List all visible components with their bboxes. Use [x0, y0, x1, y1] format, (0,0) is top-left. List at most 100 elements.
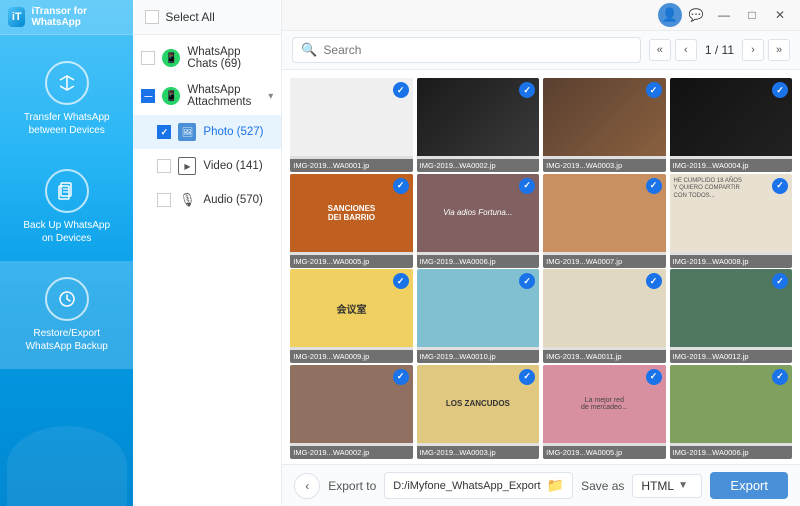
profile-icon: 👤 — [662, 7, 678, 23]
close-button[interactable]: ✕ — [766, 4, 794, 26]
app-logo: iT — [8, 7, 25, 27]
photo-check-icon[interactable]: ✓ — [772, 273, 788, 289]
message-button[interactable]: 💬 — [682, 4, 710, 26]
photo-filename: IMG-2019...WA0012.jp — [670, 350, 792, 363]
sidebar-header: iT iTransor for WhatsApp — [0, 0, 133, 35]
first-page-button[interactable]: « — [649, 39, 671, 61]
video-label: Video (141) — [203, 160, 273, 172]
dropdown-arrow-icon: ▼ — [678, 480, 688, 491]
photo-filename: IMG-2019...WA0011.jp — [543, 350, 665, 363]
photo-filename: IMG-2019...WA0002.jp — [290, 446, 412, 459]
photo-cell[interactable]: ✓ IMG-2019...WA0006.jp — [670, 365, 792, 459]
photo-cell[interactable]: Via adios Fortuna...✓IMG-2019...WA0006.j… — [417, 174, 539, 268]
profile-button[interactable]: 👤 — [658, 3, 682, 27]
backup-icon — [45, 169, 89, 213]
export-path-box: D:/iMyfone_WhatsApp_Export 📁 — [384, 472, 573, 499]
search-input[interactable] — [323, 43, 631, 57]
sidebar-item-transfer[interactable]: Transfer WhatsAppbetween Devices — [0, 45, 133, 153]
photo-check-icon[interactable]: ✓ — [646, 82, 662, 98]
whatsapp-attach-icon: 📱 — [162, 87, 180, 105]
photo-cell[interactable]: ✓ IMG-2019...WA0012.jp — [670, 269, 792, 363]
audio-checkbox[interactable] — [157, 193, 171, 207]
photo-filename: IMG-2019...WA0002.jp — [417, 159, 539, 172]
photo-cell[interactable]: ✓IMG-2019...WA0003.jp — [543, 78, 665, 172]
photo-check-icon[interactable]: ✓ — [646, 273, 662, 289]
chats-checkbox[interactable] — [141, 51, 155, 65]
photo-check-icon[interactable]: ✓ — [519, 273, 535, 289]
photo-check-icon[interactable]: ✓ — [393, 369, 409, 385]
photo-check-icon[interactable]: ✓ — [772, 369, 788, 385]
next-page-button[interactable]: › — [742, 39, 764, 61]
maximize-icon: □ — [748, 8, 755, 22]
tree-item-audio[interactable]: 🎙 Audio (570) — [133, 183, 281, 217]
sidebar-item-transfer-label: Transfer WhatsAppbetween Devices — [24, 111, 110, 137]
photo-cell[interactable]: ✓ IMG-2019...WA0002.jp — [417, 78, 539, 172]
close-icon: ✕ — [775, 8, 785, 22]
expand-arrow-icon[interactable]: ▾ — [268, 91, 273, 102]
maximize-button[interactable]: □ — [738, 4, 766, 26]
restore-icon — [45, 277, 89, 321]
sidebar-item-restore[interactable]: Restore/ExportWhatsApp Backup — [0, 261, 133, 369]
photo-cell[interactable]: ✓IMG-2019...WA0010.jp — [417, 269, 539, 363]
photo-cell[interactable]: 会议室✓IMG-2019...WA0009.jp — [290, 269, 412, 363]
video-checkbox[interactable] — [157, 159, 171, 173]
save-as-label: Save as — [581, 479, 624, 493]
photo-cell[interactable]: ✓ IMG-2019...WA0001.jp — [290, 78, 412, 172]
photo-cell[interactable]: HE CUMPLIDO 18 AÑOSY QUIERO COMPARTIRCON… — [670, 174, 792, 268]
select-all-label: Select All — [165, 10, 214, 24]
save-as-dropdown[interactable]: HTML ▼ — [632, 474, 702, 498]
photo-cell[interactable]: ✓ IMG-2019...WA0007.jp — [543, 174, 665, 268]
photo-check-icon[interactable]: ✓ — [393, 82, 409, 98]
photo-check-icon[interactable]: ✓ — [772, 178, 788, 194]
tree-item-photo[interactable]: 🖼 Photo (527) — [133, 115, 281, 149]
tree-panel: Select All 📱 WhatsApp Chats (69) 📱 — [133, 0, 282, 506]
bottom-bar: ‹ Export to D:/iMyfone_WhatsApp_Export 📁… — [282, 464, 800, 506]
sidebar-decor — [7, 426, 127, 506]
photo-check-icon[interactable]: ✓ — [646, 178, 662, 194]
search-icon: 🔍 — [301, 42, 317, 58]
tree-item-video[interactable]: ▶ Video (141) — [133, 149, 281, 183]
photo-cell[interactable]: ✓IMG-2019...WA0004.jp — [670, 78, 792, 172]
prev-page-button[interactable]: ‹ — [675, 39, 697, 61]
video-icon: ▶ — [177, 156, 197, 176]
audio-icon: 🎙 — [177, 190, 197, 210]
photo-check-icon[interactable]: ✓ — [519, 178, 535, 194]
minimize-button[interactable]: — — [710, 4, 738, 26]
tree-list: 📱 WhatsApp Chats (69) 📱 WhatsApp Attachm… — [133, 35, 281, 506]
photo-check-icon[interactable]: ✓ — [393, 273, 409, 289]
photo-check-icon[interactable]: ✓ — [646, 369, 662, 385]
photo-cell[interactable]: LOS ZANCUDOS✓IMG-2019...WA0003.jp — [417, 365, 539, 459]
select-all-checkbox[interactable] — [145, 10, 159, 24]
photo-filename: IMG-2019...WA0005.jp — [290, 255, 412, 268]
photo-filename: IMG-2019...WA0007.jp — [543, 255, 665, 268]
photo-cell[interactable]: ✓ IMG-2019...WA0002.jp — [290, 365, 412, 459]
last-page-button[interactable]: » — [768, 39, 790, 61]
photo-checkbox[interactable] — [157, 125, 171, 139]
back-button[interactable]: ‹ — [294, 473, 320, 499]
export-button[interactable]: Export — [710, 472, 788, 499]
sidebar-item-backup-label: Back Up WhatsAppon Devices — [23, 219, 110, 245]
tree-item-attachments[interactable]: 📱 WhatsApp Attachments ▾ — [133, 77, 281, 115]
app-title: iTransor for WhatsApp — [31, 6, 125, 28]
photo-cell[interactable]: SANCIONESDEl BARRIO✓IMG-2019...WA0005.jp — [290, 174, 412, 268]
main-toolbar: 🔍 « ‹ 1 / 11 › » — [282, 31, 800, 70]
back-icon: ‹ — [305, 479, 309, 493]
photo-check-icon[interactable]: ✓ — [519, 369, 535, 385]
photo-box-icon: 🖼 — [178, 123, 196, 141]
folder-icon[interactable]: 📁 — [547, 477, 564, 494]
sidebar-item-backup[interactable]: Back Up WhatsAppon Devices — [0, 153, 133, 261]
photo-filename: IMG-2019...WA0001.jp — [290, 159, 412, 172]
photo-filename: IMG-2019...WA0006.jp — [670, 446, 792, 459]
photo-cell[interactable]: La mejor redde mercadeo...✓IMG-2019...WA… — [543, 365, 665, 459]
sidebar-brand: iT iTransor for WhatsApp — [8, 6, 125, 28]
tree-item-chats[interactable]: 📱 WhatsApp Chats (69) — [133, 39, 281, 77]
photo-check-icon[interactable]: ✓ — [519, 82, 535, 98]
audio-box-icon: 🎙 — [178, 191, 196, 209]
whatsapp-chats-icon: 📱 — [161, 48, 181, 68]
sidebar-item-restore-label: Restore/ExportWhatsApp Backup — [26, 327, 108, 353]
photo-cell[interactable]: ✓ IMG-2019...WA0011.jp — [543, 269, 665, 363]
photo-check-icon[interactable]: ✓ — [393, 178, 409, 194]
attachments-checkbox[interactable] — [141, 89, 155, 103]
photo-filename: IMG-2019...WA0005.jp — [543, 446, 665, 459]
photo-check-icon[interactable]: ✓ — [772, 82, 788, 98]
